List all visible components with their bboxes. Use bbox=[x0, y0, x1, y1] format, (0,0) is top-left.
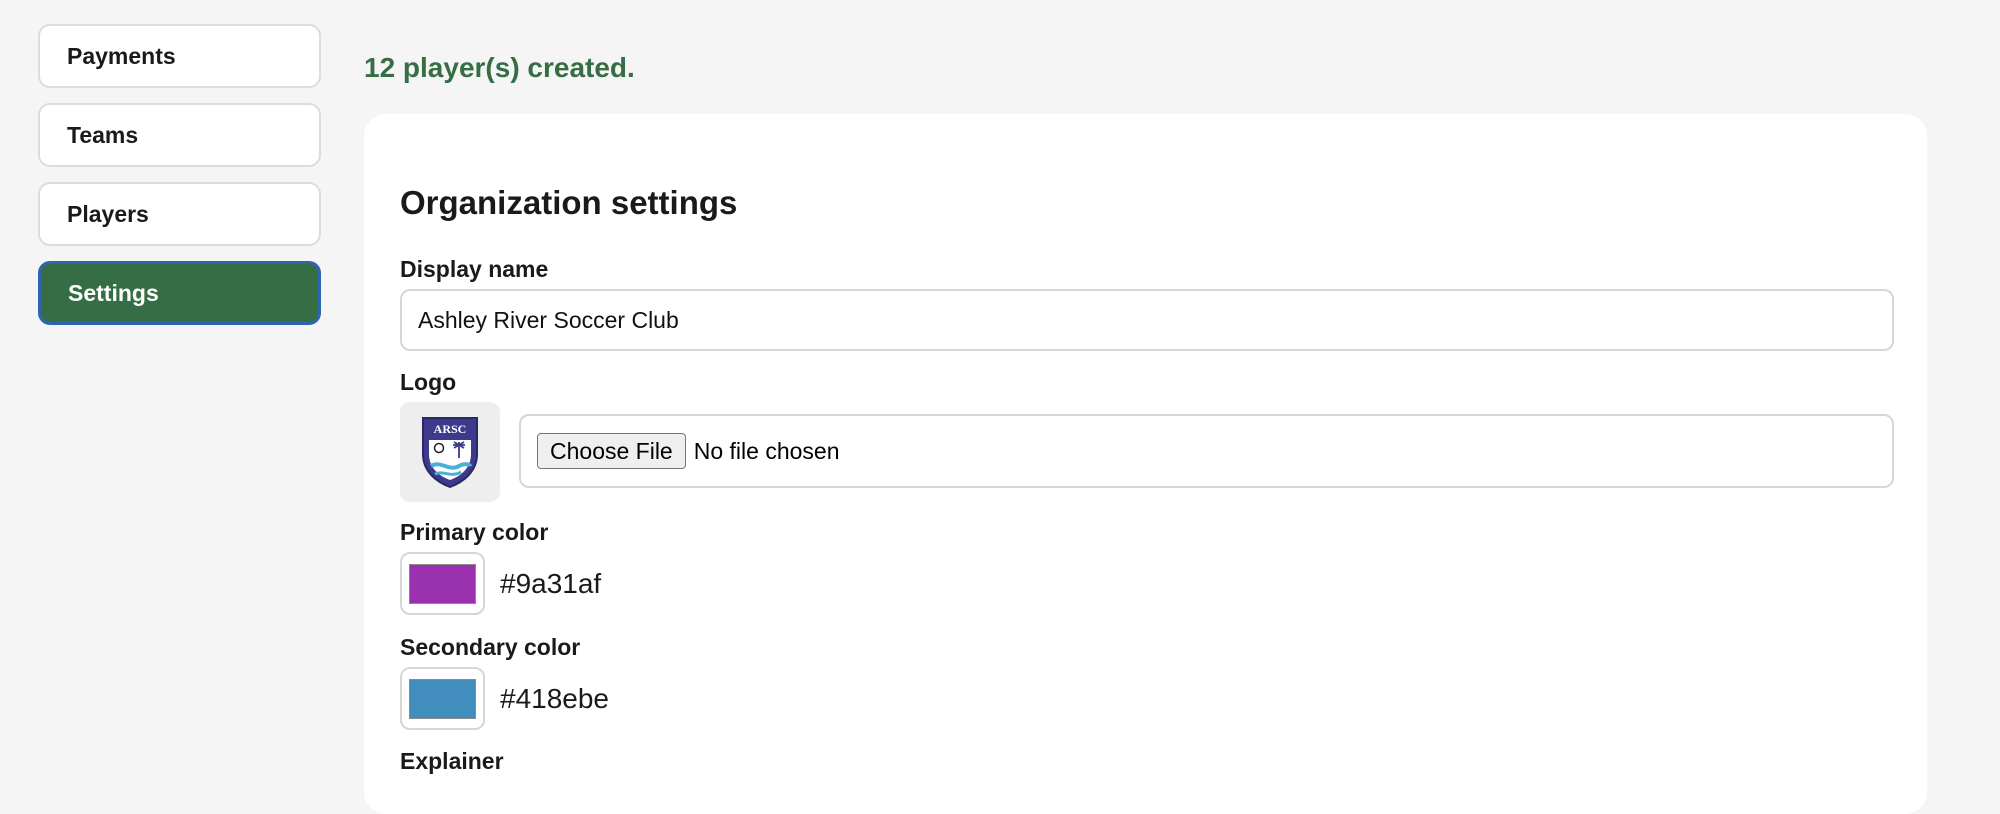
sidebar-item-players[interactable]: Players bbox=[38, 182, 321, 246]
explainer-label: Explainer bbox=[400, 748, 504, 774]
primary-color-swatch bbox=[409, 563, 476, 604]
logo-label: Logo bbox=[400, 369, 457, 395]
secondary-color-swatch bbox=[409, 678, 476, 719]
primary-color-label: Primary color bbox=[400, 519, 549, 545]
settings-card: Organization settings Display name Logo … bbox=[364, 114, 1927, 814]
sidebar: Payments Teams Players Settings bbox=[38, 24, 321, 340]
flash-message: 12 player(s) created. bbox=[364, 52, 635, 83]
page-title: Organization settings bbox=[400, 184, 738, 221]
sidebar-item-settings[interactable]: Settings bbox=[38, 261, 321, 325]
club-crest-icon: ARSC bbox=[422, 417, 478, 489]
secondary-color-value: #418ebe bbox=[500, 683, 610, 714]
display-name-input[interactable] bbox=[400, 289, 1894, 351]
file-status: No file chosen bbox=[693, 437, 840, 464]
primary-color-picker[interactable] bbox=[400, 552, 485, 615]
choose-file-button[interactable]: Choose File bbox=[537, 433, 686, 469]
primary-color-value: #9a31af bbox=[500, 568, 602, 599]
secondary-color-label: Secondary color bbox=[400, 634, 581, 660]
sidebar-item-teams[interactable]: Teams bbox=[38, 103, 321, 167]
secondary-color-picker[interactable] bbox=[400, 667, 485, 730]
logo-file-input[interactable]: Choose File No file chosen bbox=[519, 414, 1894, 488]
sidebar-item-payments[interactable]: Payments bbox=[38, 24, 321, 88]
logo-text: ARSC bbox=[434, 422, 467, 436]
logo-preview: ARSC bbox=[400, 402, 500, 502]
display-name-label: Display name bbox=[400, 256, 549, 282]
